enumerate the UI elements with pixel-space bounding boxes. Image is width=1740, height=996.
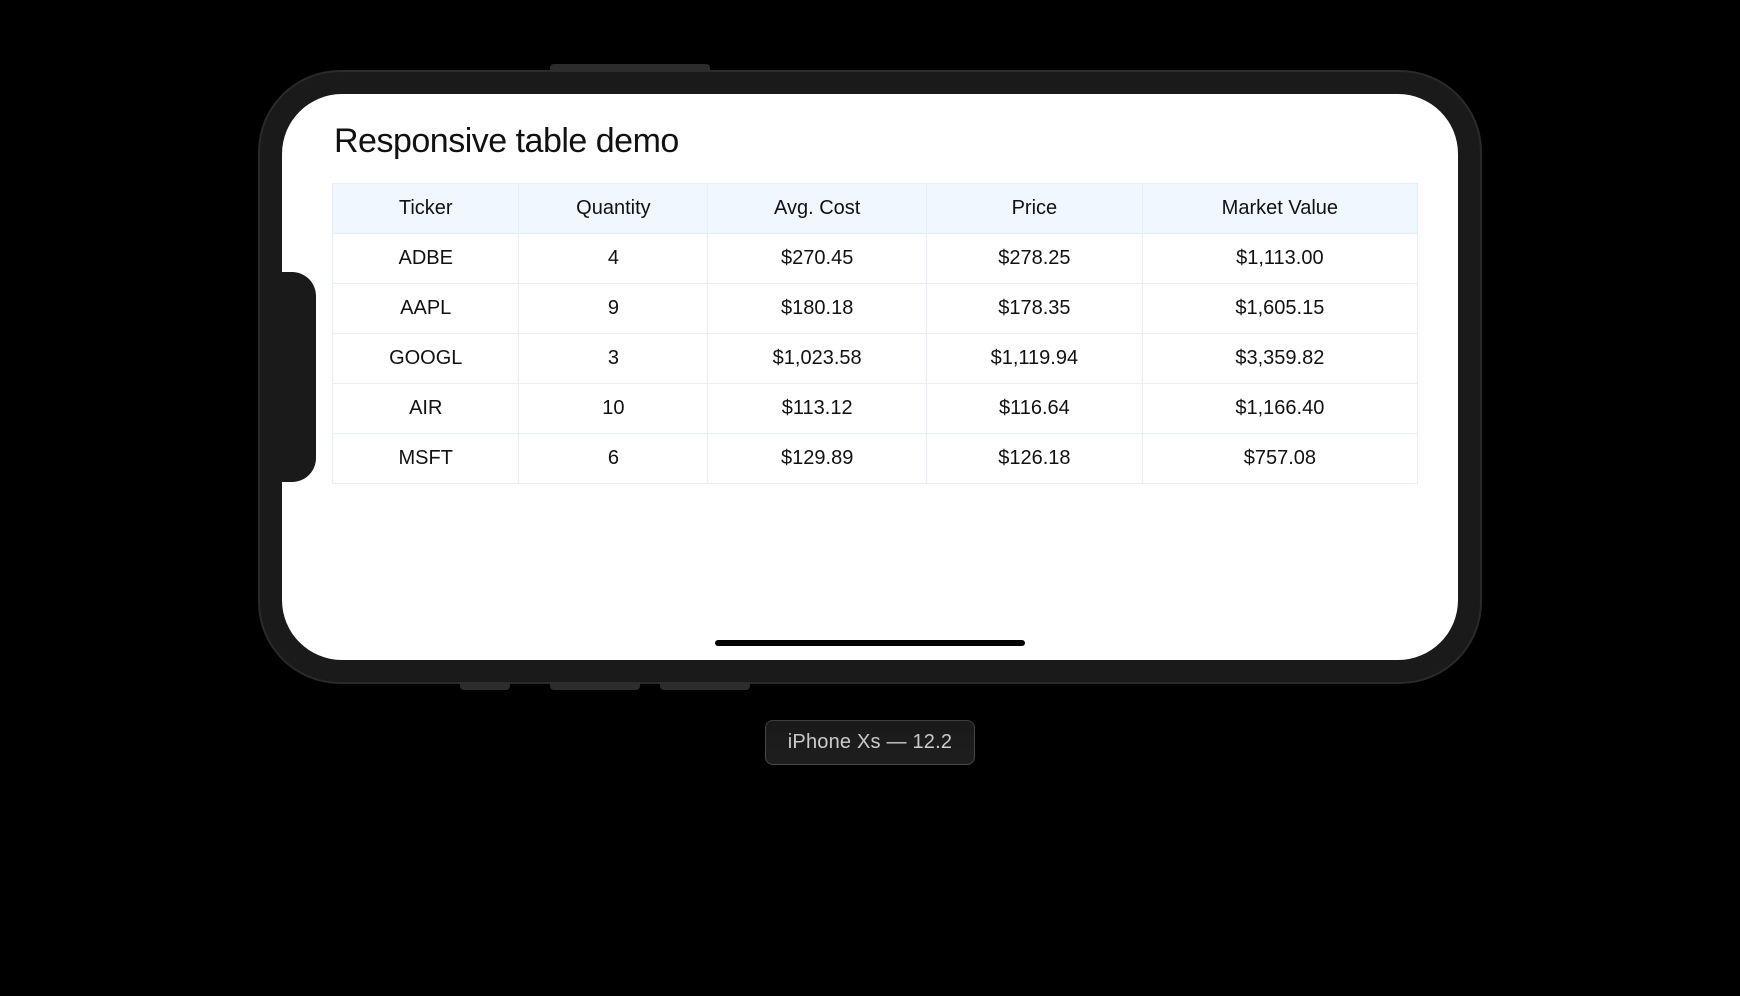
cell-avg-cost: $270.45 [708, 234, 927, 284]
cell-quantity: 6 [519, 434, 708, 484]
table-row: ADBE 4 $270.45 $278.25 $1,113.00 [333, 234, 1418, 284]
cell-ticker: MSFT [333, 434, 519, 484]
table-row: AAPL 9 $180.18 $178.35 $1,605.15 [333, 284, 1418, 334]
table-header: Ticker Quantity Avg. Cost Price Market V… [333, 184, 1418, 234]
cell-market-value: $757.08 [1142, 434, 1417, 484]
cell-price: $178.35 [927, 284, 1143, 334]
stocks-table: Ticker Quantity Avg. Cost Price Market V… [332, 183, 1418, 484]
cell-market-value: $3,359.82 [1142, 334, 1417, 384]
table-row: AIR 10 $113.12 $116.64 $1,166.40 [333, 384, 1418, 434]
table-header-row: Ticker Quantity Avg. Cost Price Market V… [333, 184, 1418, 234]
device-screen: Responsive table demo Ticker Quantity Av… [282, 94, 1458, 660]
home-indicator [715, 640, 1025, 646]
device-side-button [550, 682, 640, 690]
cell-market-value: $1,166.40 [1142, 384, 1417, 434]
cell-price: $116.64 [927, 384, 1143, 434]
device-wrapper: Responsive table demo Ticker Quantity Av… [260, 72, 1480, 682]
col-avg-cost: Avg. Cost [708, 184, 927, 234]
cell-avg-cost: $129.89 [708, 434, 927, 484]
cell-avg-cost: $113.12 [708, 384, 927, 434]
table-body: ADBE 4 $270.45 $278.25 $1,113.00 AAPL 9 … [333, 234, 1418, 484]
cell-avg-cost: $1,023.58 [708, 334, 927, 384]
device-side-button [660, 682, 750, 690]
cell-market-value: $1,605.15 [1142, 284, 1417, 334]
device-notch [282, 272, 316, 482]
device-frame: Responsive table demo Ticker Quantity Av… [260, 72, 1480, 682]
cell-ticker: AIR [333, 384, 519, 434]
cell-price: $278.25 [927, 234, 1143, 284]
cell-price: $126.18 [927, 434, 1143, 484]
cell-quantity: 3 [519, 334, 708, 384]
col-ticker: Ticker [333, 184, 519, 234]
page-title: Responsive table demo [334, 122, 1418, 161]
device-label: iPhone Xs — 12.2 [765, 720, 975, 765]
cell-quantity: 10 [519, 384, 708, 434]
col-market-value: Market Value [1142, 184, 1417, 234]
device-side-button [460, 682, 510, 690]
cell-quantity: 9 [519, 284, 708, 334]
cell-avg-cost: $180.18 [708, 284, 927, 334]
cell-ticker: AAPL [333, 284, 519, 334]
table-row: GOOGL 3 $1,023.58 $1,119.94 $3,359.82 [333, 334, 1418, 384]
cell-quantity: 4 [519, 234, 708, 284]
col-quantity: Quantity [519, 184, 708, 234]
cell-market-value: $1,113.00 [1142, 234, 1417, 284]
cell-price: $1,119.94 [927, 334, 1143, 384]
col-price: Price [927, 184, 1143, 234]
cell-ticker: GOOGL [333, 334, 519, 384]
table-row: MSFT 6 $129.89 $126.18 $757.08 [333, 434, 1418, 484]
cell-ticker: ADBE [333, 234, 519, 284]
device-side-button [550, 64, 710, 72]
